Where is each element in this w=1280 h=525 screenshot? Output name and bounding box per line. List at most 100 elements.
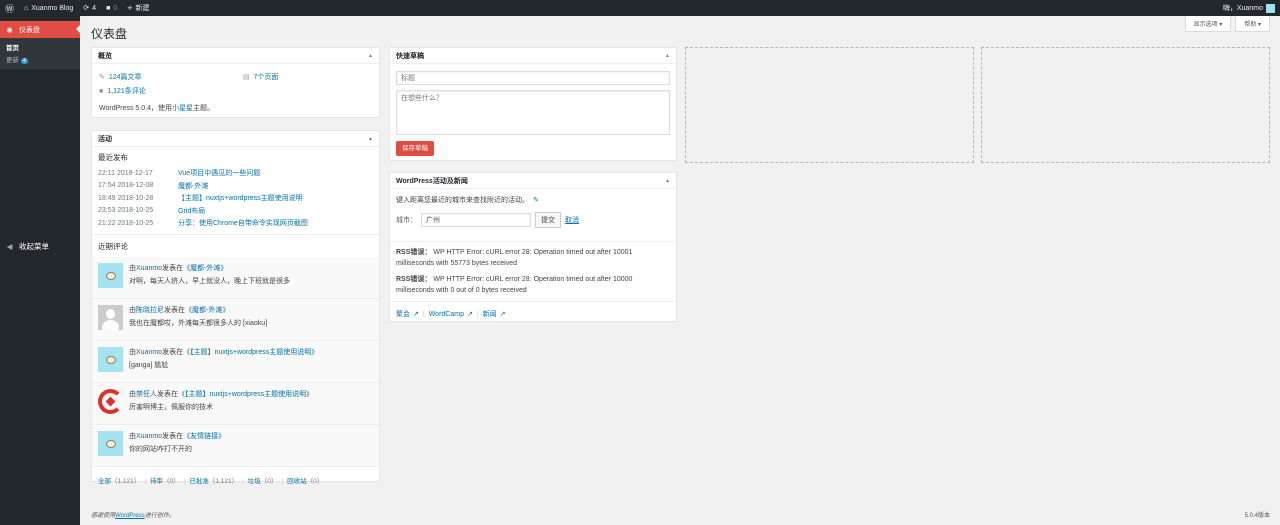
- rss-error: RSS错误： WP HTTP Error: cURL error 28: Ope…: [396, 276, 633, 294]
- comments-link[interactable]: ■ 0: [101, 0, 122, 16]
- comment-filter-link[interactable]: 垃圾: [248, 478, 261, 485]
- comment-author-link[interactable]: Xuanmo: [136, 265, 162, 272]
- collapse-toggle-icon[interactable]: ▲: [665, 53, 670, 59]
- external-link-icon: ↗: [413, 311, 419, 318]
- dashboard-icon: ◉: [6, 26, 13, 34]
- quick-draft-widget: 快速草稿▲ 保存草稿: [389, 47, 677, 161]
- post-link[interactable]: Grid布局: [178, 206, 205, 216]
- help-button[interactable]: 帮助 ▾: [1235, 16, 1270, 32]
- post-link[interactable]: 分享：使用Chrome自带命令实现网页截图: [178, 218, 308, 228]
- sidebar-item-dashboard[interactable]: ◉ 仪表盘: [0, 21, 80, 38]
- sidebar-item[interactable]: [0, 75, 80, 92]
- sidebar-sub-updates[interactable]: 更新 4: [0, 53, 80, 65]
- post-link[interactable]: 【主题】nuxtjs+wordpress主题使用说明: [178, 193, 303, 203]
- comment-filter-link[interactable]: 已批准: [189, 478, 209, 485]
- wordpress-link[interactable]: WordPress: [115, 513, 145, 519]
- comment-post-link[interactable]: 《魔都-外滩》: [185, 307, 229, 314]
- empty-widget-area: [981, 47, 1270, 163]
- admin-sidebar: ◉ 仪表盘 首页 更新 4 ◀ 收起菜单: [0, 16, 80, 525]
- comment-item: 由陈晓拉尼发表在《魔都-外滩》 我也在魔都哎，外滩每天都很多人的 [xiaoku]: [92, 298, 379, 341]
- sidebar-item[interactable]: [0, 166, 80, 183]
- pages-count-link[interactable]: 7个页面: [254, 72, 279, 82]
- activity-widget: 活动 ▲ 最近发布 22:11 2018-12-17 Vue项目中遇见的一些问题 17…: [91, 130, 380, 485]
- save-draft-button[interactable]: 保存草稿: [396, 141, 434, 156]
- collapse-toggle-icon[interactable]: ▲: [665, 178, 670, 184]
- city-input[interactable]: [421, 213, 531, 227]
- posts-count-link[interactable]: 124篇文章: [109, 72, 239, 82]
- comment-text: 厉害啊博主，佩服你的技术: [129, 403, 213, 411]
- comment-author-link[interactable]: 禁狂人: [136, 391, 157, 398]
- pages-icon: ▤: [242, 74, 250, 81]
- sidebar-item[interactable]: [0, 109, 80, 126]
- theme-link[interactable]: 小星星: [172, 105, 193, 112]
- events-link[interactable]: 新闻 ↗: [483, 309, 506, 319]
- commenter-avatar: [98, 346, 123, 372]
- pin-icon: ✎: [99, 74, 105, 81]
- wp-logo-icon[interactable]: Ⓦ: [0, 0, 19, 16]
- collapse-toggle-icon[interactable]: ▲: [368, 53, 373, 59]
- comment-author-link[interactable]: 陈晓拉尼: [136, 307, 164, 314]
- submit-button[interactable]: 提交: [535, 212, 561, 228]
- comment-text: 你的网站咋打不开的: [129, 445, 192, 453]
- comment-post-link[interactable]: 《【主题】nuxtjs+wordpress主题使用说明》: [178, 391, 313, 398]
- updates-link[interactable]: ⟳ 4: [78, 0, 101, 16]
- comment-post-link[interactable]: 《【主题】nuxtjs+wordpress主题使用说明》: [183, 349, 318, 356]
- events-news-widget: WordPress活动及新闻 ▲ 键入距离您最近的城市来查找附近的活动。 ✎ 城市：…: [389, 172, 677, 322]
- comment-filter-link[interactable]: 待审: [150, 478, 163, 485]
- post-link[interactable]: 魔都-外滩: [178, 181, 208, 191]
- comment-author-link[interactable]: Xuanmo: [136, 349, 162, 356]
- comment-text: 我也在魔都哎，外滩每天都很多人的 [xiaoku]: [129, 319, 268, 327]
- recent-comments-heading: 近期评论: [98, 241, 128, 251]
- collapse-icon: ◀: [6, 242, 13, 251]
- footer-thanks: 感谢使用WordPress进行创作。: [91, 513, 175, 519]
- sidebar-item[interactable]: [0, 126, 80, 143]
- page-title: 仪表盘: [91, 27, 128, 41]
- recent-post-row: 18:49 2018-10-28 【主题】nuxtjs+wordpress主题使用…: [98, 193, 303, 203]
- recent-post-row: 17:54 2018-12-08 魔都-外滩: [98, 181, 209, 191]
- sidebar-sub-home[interactable]: 首页: [0, 41, 80, 53]
- empty-widget-area: [685, 47, 974, 163]
- footer-version: 5.0.4版本: [1244, 513, 1270, 519]
- cancel-link[interactable]: 取消: [565, 215, 579, 225]
- comment-icon: ■: [99, 87, 104, 95]
- comment-author-link[interactable]: Xuanmo: [136, 433, 162, 440]
- comment-post-link[interactable]: 《魔都-外滩》: [183, 265, 227, 272]
- recent-post-row: 21:22 2018-10-25 分享：使用Chrome自带命令实现网页截图: [98, 218, 308, 228]
- commenter-avatar: [98, 304, 123, 330]
- draft-content-input[interactable]: [396, 90, 670, 135]
- edit-pencil-icon[interactable]: ✎: [533, 196, 539, 204]
- user-account-link[interactable]: 嗨，Xuanmo: [1218, 0, 1280, 16]
- sidebar-item[interactable]: [0, 200, 80, 217]
- external-link-icon: ↗: [499, 311, 506, 318]
- sidebar-item[interactable]: [0, 92, 80, 109]
- comments-count-link[interactable]: 1,121条评论: [107, 86, 146, 96]
- post-link[interactable]: Vue项目中遇见的一些问题: [178, 168, 260, 178]
- plus-icon: +: [127, 3, 133, 13]
- sidebar-item-collapse-menu[interactable]: ◀ 收起菜单: [0, 238, 80, 255]
- events-link[interactable]: 聚会 ↗: [396, 309, 419, 319]
- commenter-avatar: [98, 388, 123, 414]
- recent-post-row: 23:53 2018-10-25 Grid布局: [98, 206, 206, 216]
- commenter-avatar: [98, 262, 123, 288]
- screen-options-button[interactable]: 显示选项 ▾: [1184, 16, 1232, 32]
- site-name-link[interactable]: ⌂ Xuanmo Blog: [19, 0, 78, 16]
- comment-text: [ganga] 尴尬: [129, 361, 169, 369]
- sidebar-item[interactable]: [0, 149, 80, 166]
- external-link-icon: ↗: [466, 311, 473, 318]
- overview-widget: 概览 ▲ ✎ 124篇文章 ▤ 7个页面 ■ 1,121条评论 WordPress 5.…: [91, 47, 380, 118]
- refresh-icon: ⟳: [83, 5, 90, 12]
- comment-post-link[interactable]: 《友情链接》: [183, 433, 225, 440]
- comment-icon: ■: [106, 4, 111, 12]
- admin-bar: Ⓦ ⌂ Xuanmo Blog ⟳ 4 ■ 0 + 新建 嗨，Xuanmo: [0, 0, 1280, 16]
- comment-text: 对啊，每天人挤人，早上就没人，晚上下班就是很多: [129, 277, 290, 285]
- comment-item: 由Xuanmo发表在《【主题】nuxtjs+wordpress主题使用说明》 [g…: [92, 340, 379, 383]
- sidebar-item[interactable]: [0, 183, 80, 200]
- events-link[interactable]: WordCamp ↗: [429, 310, 473, 318]
- comment-filter-link[interactable]: 全部: [98, 478, 111, 485]
- sidebar-item[interactable]: [0, 217, 80, 234]
- comment-filter-link[interactable]: 回收站: [287, 478, 307, 485]
- collapse-toggle-icon[interactable]: ▲: [368, 136, 373, 142]
- draft-title-input[interactable]: [396, 71, 670, 85]
- new-content-link[interactable]: + 新建: [122, 0, 154, 16]
- recent-posts-heading: 最近发布: [98, 153, 128, 162]
